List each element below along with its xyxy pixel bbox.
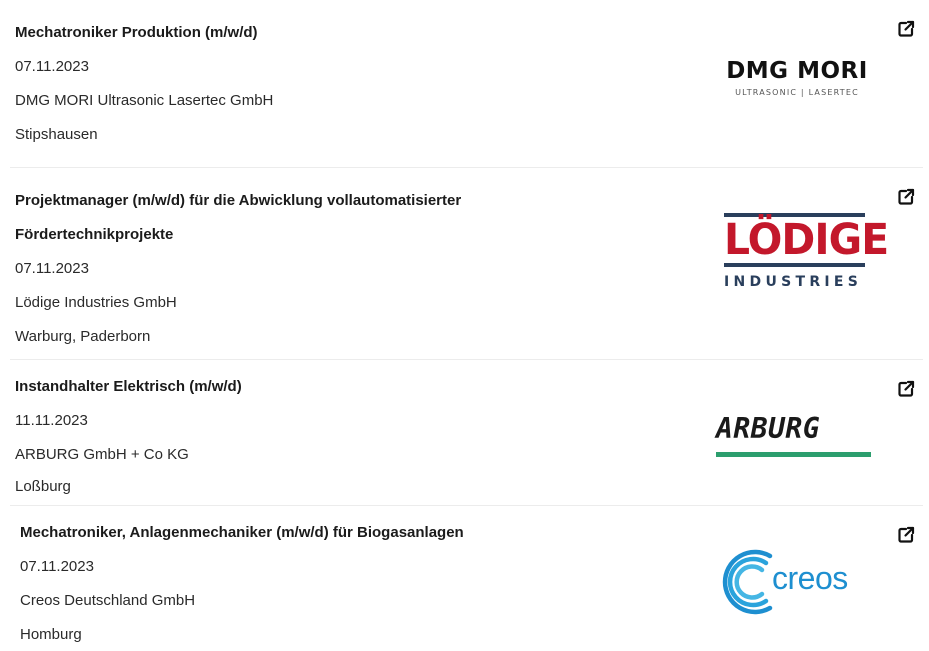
job-info: Mechatroniker Produktion (m/w/d) 07.11.2… [15,16,655,152]
job-info: Instandhalter Elektrisch (m/w/d) 11.11.2… [15,370,655,502]
job-info: Projektmanager (m/w/d) für die Abwicklun… [15,184,655,354]
logo-bar [716,452,871,457]
job-location: Loßburg [15,478,71,495]
external-link-icon[interactable] [897,188,915,206]
job-list: Mechatroniker Produktion (m/w/d) 07.11.2… [0,0,929,651]
job-info: Mechatroniker, Anlagenmechaniker (m/w/d)… [20,516,660,651]
logo-text: LÖDIGE [724,215,889,265]
logo-subtext: ULTRASONIC | LASERTEC [735,88,859,97]
company-logo-dmg-mori: DMG MORI ULTRASONIC | LASERTEC [712,58,882,100]
logo-text: creos [772,560,848,596]
job-company: ARBURG GmbH + Co KG [15,446,189,463]
job-date: 07.11.2023 [20,558,94,575]
external-link-icon[interactable] [897,380,915,398]
job-company: Lödige Industries GmbH [15,294,177,311]
logo-text: ARBURG [716,412,821,445]
job-title[interactable]: Instandhalter Elektrisch (m/w/d) [15,370,655,404]
company-logo-arburg: ARBURG [716,414,872,457]
job-location: Homburg [20,626,82,643]
job-company: Creos Deutschland GmbH [20,592,196,609]
logo-text: DMG MORI [726,58,868,84]
job-company: DMG MORI Ultrasonic Lasertec GmbH [15,92,274,109]
company-logo-lodige: LÖDIGE INDUSTRIES [724,213,889,291]
job-title[interactable]: Mechatroniker Produktion (m/w/d) [15,16,655,50]
job-date: 07.11.2023 [15,58,89,75]
job-listing[interactable]: Mechatroniker Produktion (m/w/d) 07.11.2… [0,0,929,168]
job-title[interactable]: Mechatroniker, Anlagenmechaniker (m/w/d)… [20,516,660,550]
logo-subtext: INDUSTRIES [724,274,863,290]
job-location: Stipshausen [15,126,98,143]
company-logo-creos: creos [714,542,874,622]
external-link-icon[interactable] [897,526,915,544]
job-date: 07.11.2023 [15,260,89,277]
job-title[interactable]: Projektmanager (m/w/d) für die Abwicklun… [15,184,575,252]
external-link-icon[interactable] [897,20,915,38]
job-date: 11.11.2023 [15,412,88,429]
job-location: Warburg, Paderborn [15,328,151,345]
